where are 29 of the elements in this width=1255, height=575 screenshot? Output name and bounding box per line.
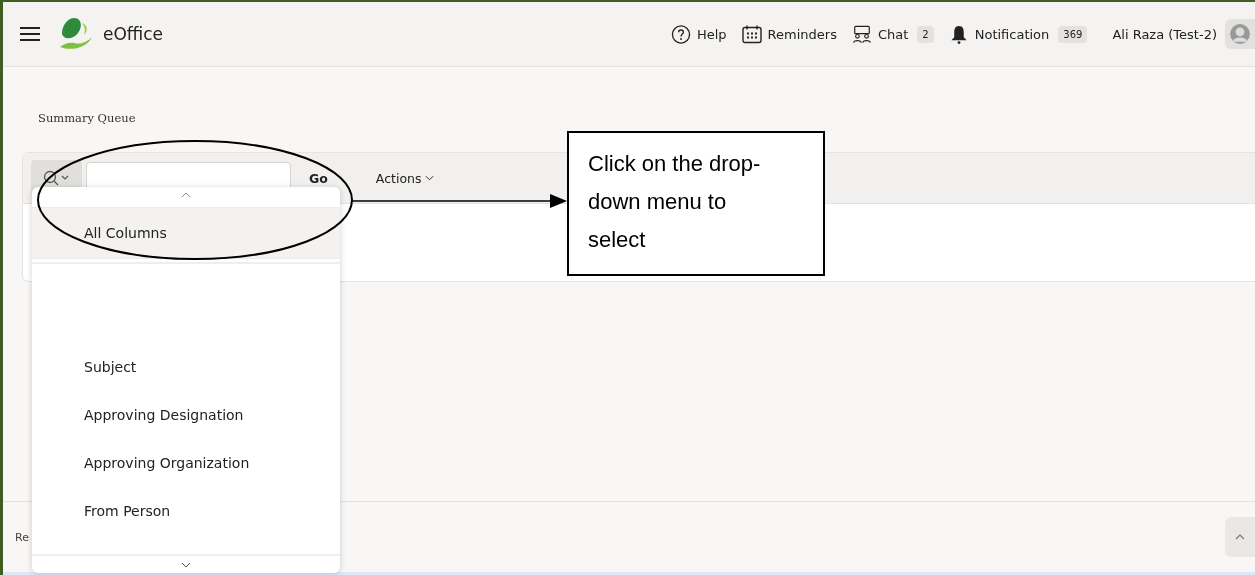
calendar-icon [741,24,762,44]
page-title: Summary Queue [38,111,137,125]
actions-menu-button[interactable]: Actions [375,170,434,186]
menu-item[interactable]: Approving Designation [32,391,340,439]
count-badge: 369 [1058,25,1088,43]
app-name: eOffice [103,24,164,44]
header-link[interactable]: Reminders [741,24,837,44]
header-link[interactable]: Chat 2 [851,24,934,44]
avatar[interactable] [1225,19,1255,49]
caret-icon [424,175,434,181]
chat-icon [851,24,872,44]
callout-box: Click on the drop-down menu to select [567,131,825,276]
menu-item[interactable]: Approving Organization [32,439,340,487]
user-icon [1229,23,1251,45]
header-link[interactable]: Help [670,24,727,44]
menu-item[interactable]: From Person [32,487,340,535]
chevron-up-icon [1235,534,1245,540]
header-link[interactable]: Notification 369 [948,24,1088,44]
chevron-down-icon[interactable] [181,562,191,568]
user-name[interactable]: Ali Raza (Test-2) [1112,26,1217,42]
search-icon [42,170,71,186]
menu-item[interactable]: Subject [32,343,340,391]
help-icon [670,24,691,44]
count-badge: 2 [917,25,934,43]
footer-text: Re [15,530,29,544]
chevron-up-icon[interactable] [181,192,191,198]
go-button[interactable]: Go [309,170,328,186]
menu-item[interactable]: All Columns [32,207,340,259]
menu-icon[interactable] [20,27,40,41]
